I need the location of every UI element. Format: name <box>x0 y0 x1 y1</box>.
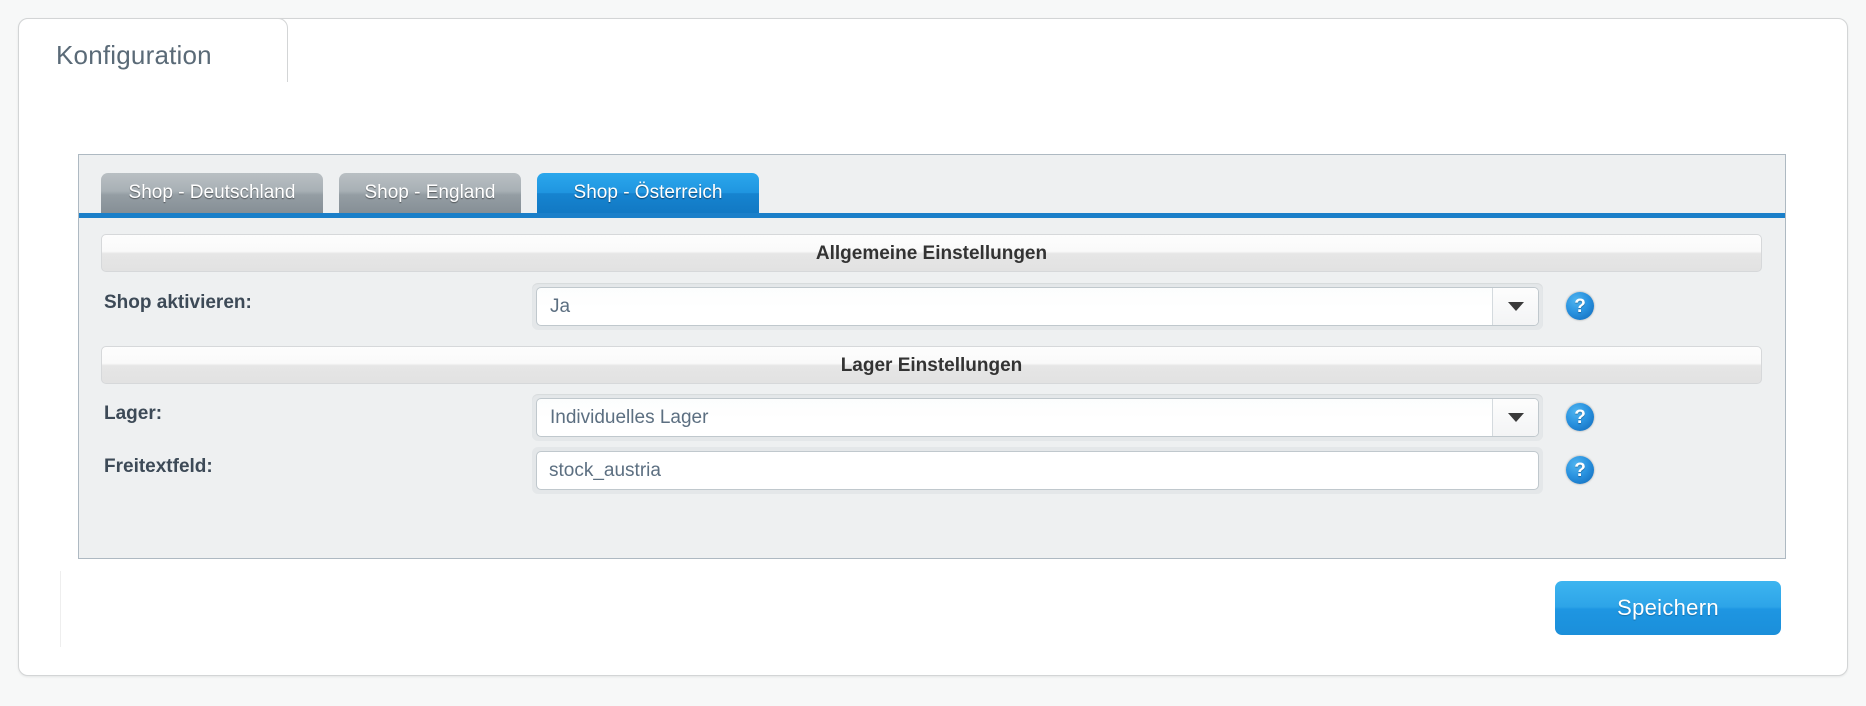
tab-shop-deutschland[interactable]: Shop - Deutschland <box>101 173 323 213</box>
chevron-down-icon <box>1507 302 1524 311</box>
tab-shop-oesterreich[interactable]: Shop - Österreich <box>537 173 759 213</box>
page-root: Konfiguration Shop - Deutschland Shop - … <box>0 0 1866 706</box>
input-freitextfeld[interactable] <box>536 451 1539 490</box>
row-freitextfeld: Freitextfeld: ? <box>79 445 1785 497</box>
select-shop-aktivieren-value: Ja <box>550 295 571 317</box>
field-wrap-lager: Individuelles Lager <box>532 394 1543 441</box>
folder-tab-label: Konfiguration <box>56 40 212 70</box>
label-freitextfeld: Freitextfeld: <box>104 456 213 477</box>
folder-tab-konfiguration[interactable]: Konfiguration <box>18 18 288 82</box>
settings-panel: Shop - Deutschland Shop - England Shop -… <box>78 154 1786 559</box>
section-header-lager-einstellungen: Lager Einstellungen <box>101 346 1762 384</box>
row-lager: Lager: Individuelles Lager ? <box>79 392 1785 444</box>
select-shop-aktivieren-arrowbox[interactable] <box>1492 288 1538 325</box>
field-wrap-shop-aktivieren: Ja <box>532 283 1543 330</box>
row-shop-aktivieren: Shop aktivieren: Ja ? <box>79 281 1785 333</box>
shop-tabstrip: Shop - Deutschland Shop - England Shop -… <box>79 155 1785 218</box>
select-lager-value: Individuelles Lager <box>550 406 709 428</box>
label-lager: Lager: <box>104 403 163 424</box>
select-shop-aktivieren[interactable]: Ja <box>536 287 1539 326</box>
help-icon-freitextfeld[interactable]: ? <box>1566 456 1594 484</box>
select-lager[interactable]: Individuelles Lager <box>536 398 1539 437</box>
save-button[interactable]: Speichern <box>1555 581 1781 635</box>
card-footer: Speichern <box>60 571 1789 647</box>
chevron-down-icon <box>1507 413 1524 422</box>
label-shop-aktivieren: Shop aktivieren: <box>104 292 252 313</box>
folder-tab-seam <box>19 80 287 84</box>
help-icon-shop-aktivieren[interactable]: ? <box>1566 292 1594 320</box>
help-icon-lager[interactable]: ? <box>1566 403 1594 431</box>
section-header-allgemeine-einstellungen: Allgemeine Einstellungen <box>101 234 1762 272</box>
tab-shop-england[interactable]: Shop - England <box>339 173 521 213</box>
settings-panel-body: Allgemeine Einstellungen Shop aktivieren… <box>79 218 1785 554</box>
select-lager-arrowbox[interactable] <box>1492 399 1538 436</box>
